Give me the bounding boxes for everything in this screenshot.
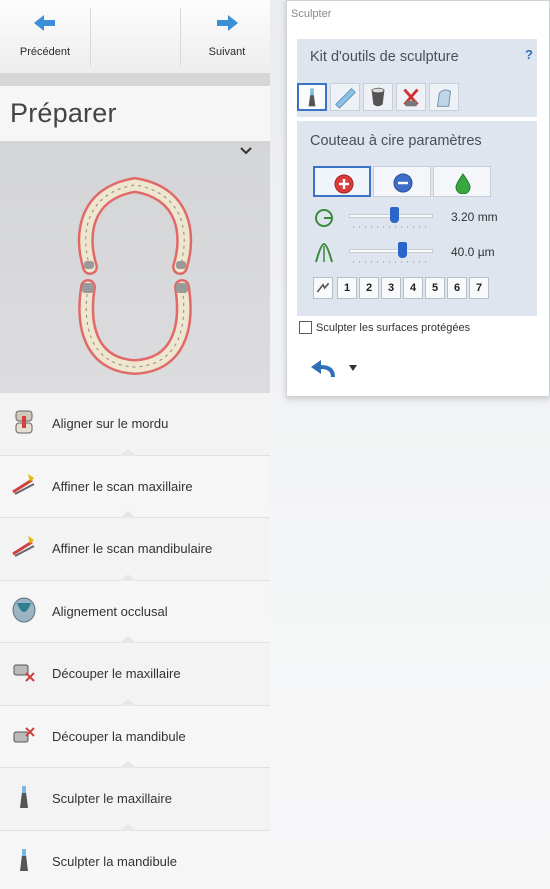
- delete-icon: [403, 88, 419, 107]
- step-label: Découper la mandibule: [52, 728, 186, 744]
- previous-label: Précédent: [19, 46, 71, 58]
- step-sculpter-maxillaire[interactable]: Sculpter le maxillaire: [0, 768, 270, 831]
- protect-surfaces-label: Sculpter les surfaces protégées: [316, 321, 471, 334]
- depth-icon: [315, 242, 333, 263]
- mode-add[interactable]: [313, 166, 371, 197]
- wax-knife-icon: [308, 88, 316, 107]
- tool-fill[interactable]: [429, 83, 459, 111]
- preset-button-4[interactable]: 4: [403, 277, 423, 299]
- step-label: Affiner le scan maxillaire: [52, 478, 193, 494]
- shape-icon: [371, 87, 385, 107]
- custom-preset-icon: [316, 282, 330, 293]
- size-slider[interactable]: [349, 207, 433, 229]
- step-decouper-maxillaire[interactable]: Découper le maxillaire: [0, 643, 270, 706]
- step-label: Sculpter la mandibule: [52, 853, 178, 869]
- checkbox[interactable]: [299, 321, 312, 334]
- arrow-right-icon: [217, 15, 238, 31]
- undo-dropdown-icon[interactable]: [349, 365, 357, 371]
- cut-lower-icon: [13, 726, 35, 742]
- step-label: Aligner sur le mordu: [52, 416, 169, 432]
- smooth-drop-icon: [455, 173, 471, 194]
- step-affiner-mandibulaire[interactable]: Affiner le scan mandibulaire: [0, 518, 270, 581]
- step-label: Sculpter le maxillaire: [52, 791, 172, 807]
- next-button[interactable]: Suivant: [182, 0, 272, 74]
- step-alignement-occlusal[interactable]: Alignement occlusal: [0, 580, 270, 643]
- jaw-preview: [0, 141, 270, 393]
- preset-button-2[interactable]: 2: [359, 277, 379, 299]
- bite-align-icon: [15, 410, 33, 434]
- preset-button-3[interactable]: 3: [381, 277, 401, 299]
- step-label: Découper le maxillaire: [52, 666, 181, 682]
- preset-button-6[interactable]: 6: [447, 277, 467, 299]
- sculpt-upper-icon: [20, 786, 28, 808]
- dental-arches-icon: [77, 176, 193, 375]
- chevron-down-icon[interactable]: [239, 146, 253, 156]
- depth-slider-thumb[interactable]: [398, 242, 407, 258]
- size-slider-thumb[interactable]: [390, 207, 399, 223]
- add-material-icon: [334, 174, 354, 194]
- refine-lower-icon: [12, 536, 35, 557]
- depth-value: 40.0 µm: [451, 245, 495, 259]
- refine-upper-icon: [12, 473, 35, 495]
- preset-button-7[interactable]: 7: [469, 277, 489, 299]
- nav-divider: [90, 8, 91, 66]
- step-aligner-mordu[interactable]: Aligner sur le mordu: [0, 393, 270, 456]
- nav-divider: [180, 8, 181, 66]
- fill-icon: [436, 89, 451, 107]
- occlusal-icon: [12, 597, 36, 622]
- params-title: Couteau à cire paramètres: [310, 133, 482, 149]
- step-label: Affiner le scan mandibulaire: [52, 541, 213, 557]
- help-icon[interactable]: ?: [525, 47, 533, 62]
- cut-upper-icon: [13, 664, 35, 682]
- step-affiner-maxillaire[interactable]: Affiner le scan maxillaire: [0, 455, 270, 518]
- tool-wax-knife[interactable]: [297, 83, 327, 111]
- navigation-bar: Précédent Suivant: [0, 0, 270, 74]
- tool-shape[interactable]: [363, 83, 393, 111]
- step-sculpter-mandibule[interactable]: Sculpter la mandibule: [0, 830, 270, 889]
- toolkit-title: Kit d'outils de sculpture: [310, 49, 459, 65]
- preset-button-1[interactable]: 1: [337, 277, 357, 299]
- remove-material-icon: [393, 173, 413, 193]
- preset-button-5[interactable]: 5: [425, 277, 445, 299]
- parameters-section: Couteau à cire paramètres 3.20 mm 40.0 µ…: [297, 121, 537, 316]
- size-value: 3.20 mm: [451, 210, 498, 224]
- mode-smooth[interactable]: [433, 166, 491, 197]
- smooth-icon: [335, 87, 356, 109]
- separator: [0, 74, 270, 86]
- workflow-steps: Aligner sur le mordu Affiner le scan max…: [0, 393, 270, 889]
- protect-surfaces-checkbox[interactable]: Sculpter les surfaces protégées: [299, 321, 470, 334]
- workflow-panel: Précédent Suivant Préparer Aligner sur l…: [0, 0, 270, 889]
- size-icon: [315, 209, 333, 227]
- arrow-left-icon: [34, 15, 55, 31]
- next-label: Suivant: [208, 46, 246, 58]
- sculpter-window[interactable]: Sculpter Kit d'outils de sculpture ? Cou…: [286, 0, 550, 397]
- tool-delete[interactable]: [396, 83, 426, 111]
- step-decouper-mandibule[interactable]: Découper la mandibule: [0, 705, 270, 768]
- sculpt-lower-icon: [20, 848, 28, 871]
- panel-header: Préparer: [0, 86, 270, 141]
- preset-custom-button[interactable]: [313, 277, 333, 299]
- window-title: Sculpter: [291, 8, 332, 20]
- tool-smooth[interactable]: [330, 83, 360, 111]
- previous-button[interactable]: Précédent: [0, 0, 90, 74]
- depth-slider[interactable]: [349, 242, 433, 264]
- page-title: Préparer: [10, 98, 117, 128]
- mode-remove[interactable]: [373, 166, 431, 197]
- step-label: Alignement occlusal: [52, 603, 168, 619]
- undo-icon[interactable]: [307, 357, 341, 381]
- toolkit-section: Kit d'outils de sculpture ?: [297, 39, 537, 117]
